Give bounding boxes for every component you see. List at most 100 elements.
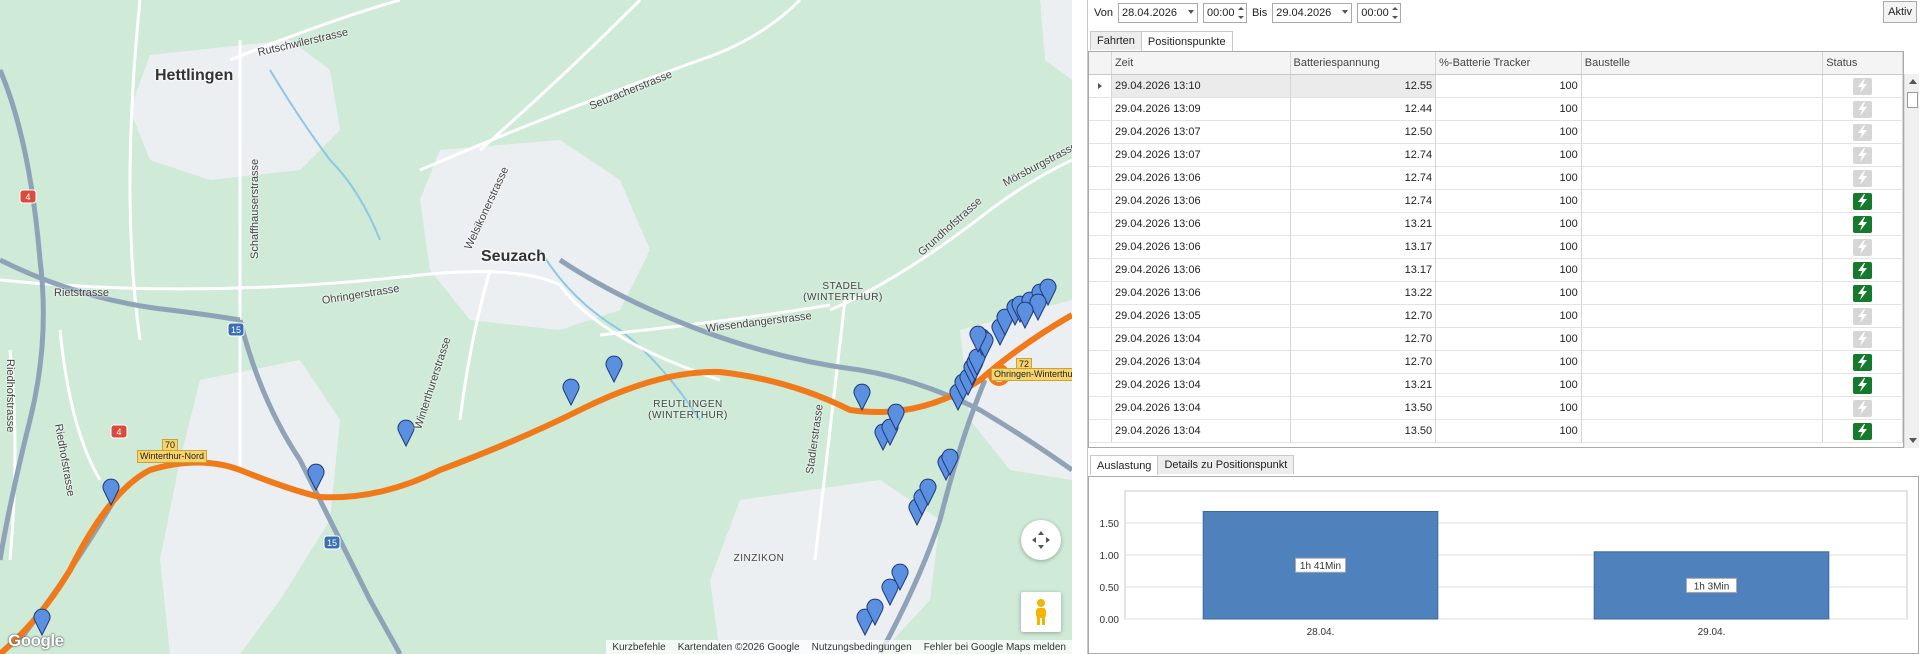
row-indicator-cell[interactable] [1089, 397, 1112, 420]
cell-batterie-tracker[interactable]: 100 [1436, 75, 1582, 98]
cell-batteriespannung[interactable]: 13.17 [1290, 259, 1437, 282]
cell-batterie-tracker[interactable]: 100 [1436, 167, 1582, 190]
spin-up-icon[interactable] [1237, 7, 1244, 10]
cell-baustelle[interactable] [1581, 98, 1824, 121]
cell-zeit[interactable]: 29.04.2026 13:04 [1111, 328, 1291, 351]
table-row[interactable]: 29.04.2026 13:09 12.44 100 [1089, 98, 1903, 121]
map-canvas[interactable]: 4 4 15 15 [0, 0, 1072, 654]
cell-status[interactable] [1823, 213, 1903, 236]
cell-batteriespannung[interactable]: 12.70 [1290, 305, 1437, 328]
row-indicator-cell[interactable] [1089, 213, 1112, 236]
map-view[interactable]: 4 4 15 15 Hettlingen Seuzach STADEL (WINTERTHU… [0, 0, 1072, 654]
cell-batterie-tracker[interactable]: 100 [1436, 351, 1582, 374]
cell-zeit[interactable]: 29.04.2026 13:04 [1111, 420, 1291, 443]
cell-zeit[interactable]: 29.04.2026 13:04 [1111, 374, 1291, 397]
bis-time-input[interactable]: 00:00 [1357, 3, 1402, 23]
cell-status[interactable] [1823, 420, 1903, 443]
table-row[interactable]: 29.04.2026 13:04 13.21 100 [1089, 374, 1903, 397]
grid-vertical-scrollbar[interactable] [1904, 74, 1919, 448]
row-indicator-cell[interactable] [1089, 190, 1112, 213]
report-error-link[interactable]: Fehler bei Google Maps melden [924, 642, 1066, 653]
row-indicator-cell[interactable] [1089, 328, 1112, 351]
table-row[interactable]: 29.04.2026 13:06 12.74 100 [1089, 190, 1903, 213]
tab-fahrten[interactable]: Fahrten [1090, 31, 1142, 50]
column-header-zeit[interactable]: Zeit [1112, 52, 1291, 74]
table-row[interactable]: 29.04.2026 13:10 12.55 100 [1089, 75, 1903, 98]
cell-status[interactable] [1823, 144, 1903, 167]
cell-baustelle[interactable] [1581, 305, 1824, 328]
street-view-pegman-button[interactable] [1021, 592, 1061, 632]
cell-zeit[interactable]: 29.04.2026 13:06 [1111, 190, 1291, 213]
row-indicator-cell[interactable] [1089, 121, 1112, 144]
time-spinner[interactable] [1236, 4, 1246, 22]
cell-zeit[interactable]: 29.04.2026 13:06 [1111, 167, 1291, 190]
column-header-batterie-tracker[interactable]: %-Batterie Tracker [1436, 52, 1582, 74]
cell-batterie-tracker[interactable]: 100 [1436, 282, 1582, 305]
row-indicator-cell[interactable] [1089, 75, 1112, 98]
cell-batteriespannung[interactable]: 12.50 [1290, 121, 1437, 144]
time-spinner[interactable] [1390, 4, 1400, 22]
map-camera-control-button[interactable] [1021, 520, 1061, 560]
cell-status[interactable] [1823, 374, 1903, 397]
cell-batteriespannung[interactable]: 13.21 [1290, 213, 1437, 236]
von-date-picker[interactable]: 28.04.2026 [1117, 3, 1198, 23]
column-header-status[interactable]: Status [1823, 52, 1903, 74]
table-row[interactable]: 29.04.2026 13:07 12.74 100 [1089, 144, 1903, 167]
cell-batteriespannung[interactable]: 13.22 [1290, 282, 1437, 305]
cell-batterie-tracker[interactable]: 100 [1436, 144, 1582, 167]
tab-auslastung[interactable]: Auslastung [1090, 455, 1159, 475]
column-header-batteriespannung[interactable]: Batteriespannung [1291, 52, 1437, 74]
cell-zeit[interactable]: 29.04.2026 13:06 [1111, 282, 1291, 305]
cell-batteriespannung[interactable]: 13.17 [1290, 236, 1437, 259]
aktiv-button[interactable]: Aktiv [1883, 1, 1917, 23]
cell-baustelle[interactable] [1581, 190, 1824, 213]
cell-baustelle[interactable] [1581, 121, 1824, 144]
cell-zeit[interactable]: 29.04.2026 13:06 [1111, 213, 1291, 236]
tab-details-positionspunkt[interactable]: Details zu Positionspunkt [1157, 455, 1295, 474]
cell-batterie-tracker[interactable]: 100 [1436, 121, 1582, 144]
cell-batterie-tracker[interactable]: 100 [1436, 213, 1582, 236]
position-marker-icon[interactable] [853, 383, 871, 412]
chevron-down-icon[interactable] [1342, 10, 1349, 14]
position-marker-icon[interactable] [397, 419, 415, 448]
terms-link[interactable]: Nutzungsbedingungen [812, 642, 912, 653]
cell-baustelle[interactable] [1581, 397, 1824, 420]
column-header-baustelle[interactable]: Baustelle [1582, 52, 1824, 74]
table-row[interactable]: 29.04.2026 13:06 13.17 100 [1089, 259, 1903, 282]
table-row[interactable]: 29.04.2026 13:06 13.21 100 [1089, 213, 1903, 236]
cell-batterie-tracker[interactable]: 100 [1436, 259, 1582, 282]
cell-batterie-tracker[interactable]: 100 [1436, 420, 1582, 443]
tab-positionspunkte[interactable]: Positionspunkte [1140, 31, 1233, 51]
cell-batterie-tracker[interactable]: 100 [1436, 190, 1582, 213]
spin-down-icon[interactable] [1392, 16, 1399, 19]
position-marker-icon[interactable] [562, 378, 580, 407]
table-row[interactable]: 29.04.2026 13:04 13.50 100 [1089, 420, 1903, 443]
position-marker-icon[interactable] [605, 355, 623, 384]
cell-baustelle[interactable] [1581, 328, 1824, 351]
table-row[interactable]: 29.04.2026 13:04 12.70 100 [1089, 351, 1903, 374]
bis-date-picker[interactable]: 29.04.2026 [1272, 3, 1353, 23]
cell-zeit[interactable]: 29.04.2026 13:07 [1111, 121, 1291, 144]
cell-zeit[interactable]: 29.04.2026 13:10 [1111, 75, 1291, 98]
row-indicator-cell[interactable] [1089, 420, 1112, 443]
row-indicator-cell[interactable] [1089, 351, 1112, 374]
table-row[interactable]: 29.04.2026 13:04 12.70 100 [1089, 328, 1903, 351]
chevron-down-icon[interactable] [1187, 10, 1194, 14]
cell-baustelle[interactable] [1581, 213, 1824, 236]
scroll-down-icon[interactable] [1909, 438, 1917, 443]
cell-status[interactable] [1823, 328, 1903, 351]
cell-baustelle[interactable] [1581, 420, 1824, 443]
cell-batteriespannung[interactable]: 12.70 [1290, 351, 1437, 374]
cell-zeit[interactable]: 29.04.2026 13:07 [1111, 144, 1291, 167]
cell-status[interactable] [1823, 236, 1903, 259]
cell-zeit[interactable]: 29.04.2026 13:06 [1111, 236, 1291, 259]
cell-status[interactable] [1823, 98, 1903, 121]
cell-status[interactable] [1823, 282, 1903, 305]
row-indicator-cell[interactable] [1089, 374, 1112, 397]
row-indicator-cell[interactable] [1089, 259, 1112, 282]
table-row[interactable]: 29.04.2026 13:06 12.74 100 [1089, 167, 1903, 190]
cell-batterie-tracker[interactable]: 100 [1436, 236, 1582, 259]
cell-zeit[interactable]: 29.04.2026 13:04 [1111, 351, 1291, 374]
cell-batterie-tracker[interactable]: 100 [1436, 98, 1582, 121]
cell-status[interactable] [1823, 351, 1903, 374]
